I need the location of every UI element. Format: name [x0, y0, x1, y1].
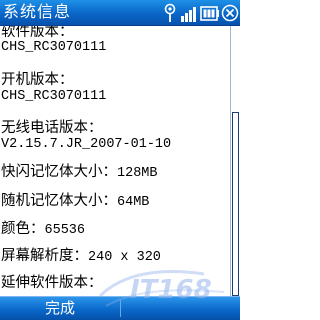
- antenna-signal-icon[interactable]: [162, 2, 178, 24]
- flash-memory-row: 快闪记忆体大小：128MB: [1, 163, 158, 183]
- flash-memory-value: 128MB: [117, 166, 158, 181]
- flash-memory-label: 快闪记忆体大小：: [1, 164, 117, 180]
- boot-version-value: CHS_RC3070111: [1, 89, 107, 104]
- system-info-list[interactable]: 软件版本： CHS_RC3070111 开机版本： CHS_RC3070111 …: [0, 26, 230, 296]
- radio-version-label: 无线电话版本：: [1, 120, 103, 136]
- close-icon[interactable]: [221, 2, 239, 24]
- scrollbar-thumb[interactable]: [232, 112, 239, 296]
- softkey-bar: 完成: [0, 296, 240, 320]
- ram-label: 随机记忆体大小：: [1, 193, 117, 209]
- vertical-scrollbar[interactable]: [230, 26, 240, 296]
- battery-icon[interactable]: [200, 2, 220, 24]
- window-title: 系统信息: [3, 2, 72, 21]
- colors-label: 颜色：: [1, 221, 45, 237]
- softkey-divider: [120, 300, 121, 317]
- title-bar: 系统信息: [0, 0, 240, 26]
- software-version-value: CHS_RC3070111: [1, 40, 107, 55]
- ram-value: 64MB: [117, 195, 150, 210]
- colors-row: 颜色：65536: [1, 220, 85, 240]
- resolution-row: 屏幕解析度：240 x 320: [1, 247, 161, 267]
- network-icon[interactable]: [180, 2, 198, 24]
- done-softkey[interactable]: 完成: [0, 297, 120, 320]
- extended-software-version-label: 延伸软件版本：: [1, 275, 103, 291]
- ram-row: 随机记忆体大小：64MB: [1, 192, 149, 212]
- resolution-value: 240 x 320: [88, 250, 161, 265]
- colors-value: 65536: [44, 223, 86, 238]
- boot-version-label: 开机版本：: [1, 72, 74, 88]
- radio-version-value: V2.15.7.JR_2007-01-10: [1, 137, 172, 152]
- resolution-label: 屏幕解析度：: [1, 248, 88, 264]
